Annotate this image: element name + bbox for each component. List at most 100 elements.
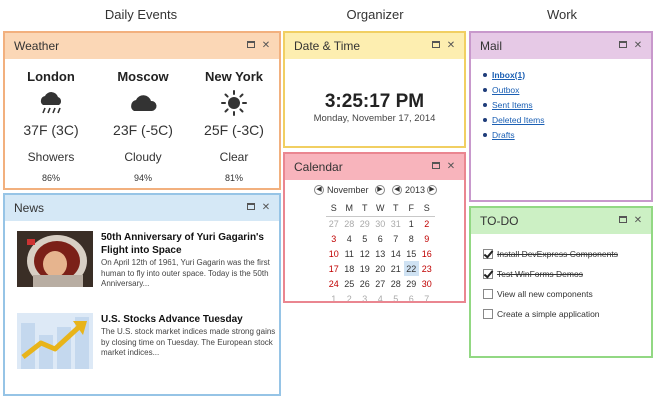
todo-item[interactable]: Test WinForms Demos	[483, 267, 583, 281]
maximize-icon[interactable]	[430, 161, 444, 173]
calendar-day[interactable]: 29	[404, 276, 420, 291]
todo-panel-header[interactable]: TO-DO ✕	[471, 208, 651, 234]
calendar-day[interactable]: 2	[419, 216, 435, 231]
calendar-day[interactable]: 25	[342, 276, 358, 291]
close-icon[interactable]: ✕	[631, 40, 645, 52]
news-item[interactable]: 50th Anniversary of Yuri Gagarin's Fligh…	[17, 231, 277, 291]
current-time: 3:25:17 PM	[324, 91, 425, 112]
calendar-week-row: 3 4 5 6 7 8 9	[326, 231, 435, 246]
calendar-day[interactable]: 9	[419, 231, 435, 246]
news-panel-header[interactable]: News ✕	[5, 195, 279, 221]
prev-year-icon[interactable]: ◀	[392, 185, 402, 195]
maximize-icon[interactable]	[617, 215, 631, 227]
calendar-day[interactable]: 23	[419, 261, 435, 276]
calendar-day[interactable]: 19	[357, 261, 373, 276]
calendar-day[interactable]: 7	[419, 291, 435, 302]
calendar-day[interactable]: 14	[388, 246, 404, 261]
calendar-day[interactable]: 28	[388, 276, 404, 291]
mail-folder-outbox[interactable]: Outbox	[483, 82, 544, 97]
mail-folder-link[interactable]: Drafts	[492, 130, 515, 140]
close-icon[interactable]: ✕	[631, 215, 645, 227]
calendar-day[interactable]: 30	[419, 276, 435, 291]
next-year-icon[interactable]: ▶	[427, 185, 437, 195]
calendar-day[interactable]: 8	[404, 231, 420, 246]
calendar-day[interactable]: 1	[326, 291, 342, 302]
calendar-panel-header[interactable]: Calendar ✕	[285, 154, 464, 180]
close-icon[interactable]: ✕	[259, 40, 273, 52]
datetime-panel-header[interactable]: Date & Time ✕	[285, 33, 464, 59]
mail-folder-link[interactable]: Inbox(1)	[492, 70, 525, 80]
calendar-day-selected[interactable]: 22	[403, 261, 419, 276]
calendar-day[interactable]: 4	[373, 291, 389, 302]
calendar-day[interactable]: 20	[373, 261, 389, 276]
calendar-day[interactable]: 18	[342, 261, 358, 276]
todo-checkbox[interactable]	[483, 309, 493, 319]
weather-panel-header[interactable]: Weather ✕	[5, 33, 279, 59]
mail-panel: Mail ✕ Inbox(1) Outbox Sent Items Delete…	[469, 31, 653, 202]
todo-item[interactable]: Install DevExpress Components	[483, 247, 618, 261]
todo-item[interactable]: View all new components	[483, 287, 593, 301]
column-title-organizer: Organizer	[346, 7, 404, 22]
next-month-icon[interactable]: ▶	[375, 185, 385, 195]
calendar-day[interactable]: 27	[373, 276, 389, 291]
calendar-day[interactable]: 10	[326, 246, 342, 261]
calendar-day[interactable]: 5	[388, 291, 404, 302]
close-icon[interactable]: ✕	[444, 161, 458, 173]
calendar-day[interactable]: 31	[388, 216, 404, 231]
mail-folder-deleted[interactable]: Deleted Items	[483, 113, 544, 128]
maximize-icon[interactable]	[245, 202, 259, 214]
mail-panel-header[interactable]: Mail ✕	[471, 33, 651, 59]
calendar-day[interactable]: 7	[388, 231, 404, 246]
calendar-day[interactable]: 12	[357, 246, 373, 261]
weekday-label: M	[341, 201, 357, 217]
calendar-day[interactable]: 17	[326, 261, 342, 276]
mail-folder-link[interactable]: Sent Items	[492, 100, 533, 110]
calendar-day[interactable]: 28	[342, 216, 358, 231]
todo-item-label: Install DevExpress Components	[497, 249, 618, 259]
calendar-day[interactable]: 29	[357, 216, 373, 231]
news-headline[interactable]: 50th Anniversary of Yuri Gagarin's Fligh…	[101, 231, 279, 257]
temperature: 23F (-5C)	[113, 122, 173, 138]
calendar-day[interactable]: 4	[342, 231, 358, 246]
astronaut-photo	[17, 231, 93, 287]
calendar-day[interactable]: 26	[357, 276, 373, 291]
close-icon[interactable]: ✕	[259, 202, 273, 214]
todo-checkbox-checked[interactable]	[483, 249, 493, 259]
maximize-icon[interactable]	[245, 40, 259, 52]
calendar-day[interactable]: 15	[404, 246, 420, 261]
weekday-header-row: S M T W T F S	[326, 201, 435, 217]
calendar-day[interactable]: 11	[342, 246, 358, 261]
prev-month-icon[interactable]: ◀	[314, 185, 324, 195]
weekday-label: W	[372, 201, 388, 217]
mail-folder-link[interactable]: Outbox	[492, 85, 519, 95]
mail-folder-sent[interactable]: Sent Items	[483, 97, 544, 112]
calendar-day[interactable]: 13	[373, 246, 389, 261]
calendar-day[interactable]: 21	[388, 261, 404, 276]
calendar-day[interactable]: 30	[373, 216, 389, 231]
calendar-day[interactable]: 6	[404, 291, 420, 302]
news-headline[interactable]: U.S. Stocks Advance Tuesday	[101, 313, 279, 326]
mail-folder-inbox[interactable]: Inbox(1)	[483, 67, 544, 82]
todo-checkbox-checked[interactable]	[483, 269, 493, 279]
calendar-week-row: 27 28 29 30 31 1 2	[326, 216, 435, 231]
close-icon[interactable]: ✕	[444, 40, 458, 52]
calendar-day[interactable]: 2	[342, 291, 358, 302]
calendar-day[interactable]: 16	[419, 246, 435, 261]
calendar-day[interactable]: 3	[326, 231, 342, 246]
calendar-day[interactable]: 1	[404, 216, 420, 231]
maximize-icon[interactable]	[430, 40, 444, 52]
mail-folder-drafts[interactable]: Drafts	[483, 128, 544, 143]
todo-item-label: View all new components	[497, 289, 593, 299]
news-item[interactable]: U.S. Stocks Advance Tuesday The U.S. sto…	[17, 313, 277, 373]
weather-city-new-york: New York 25F (-3C) Clear 81%	[194, 69, 274, 183]
calendar-day[interactable]: 5	[357, 231, 373, 246]
todo-checkbox[interactable]	[483, 289, 493, 299]
todo-item[interactable]: Create a simple application	[483, 307, 600, 321]
calendar-day[interactable]: 24	[326, 276, 342, 291]
calendar-day[interactable]: 27	[326, 216, 342, 231]
calendar-day[interactable]: 3	[357, 291, 373, 302]
mail-folder-link[interactable]: Deleted Items	[492, 115, 544, 125]
city-name: New York	[204, 69, 264, 84]
calendar-day[interactable]: 6	[373, 231, 389, 246]
maximize-icon[interactable]	[617, 40, 631, 52]
